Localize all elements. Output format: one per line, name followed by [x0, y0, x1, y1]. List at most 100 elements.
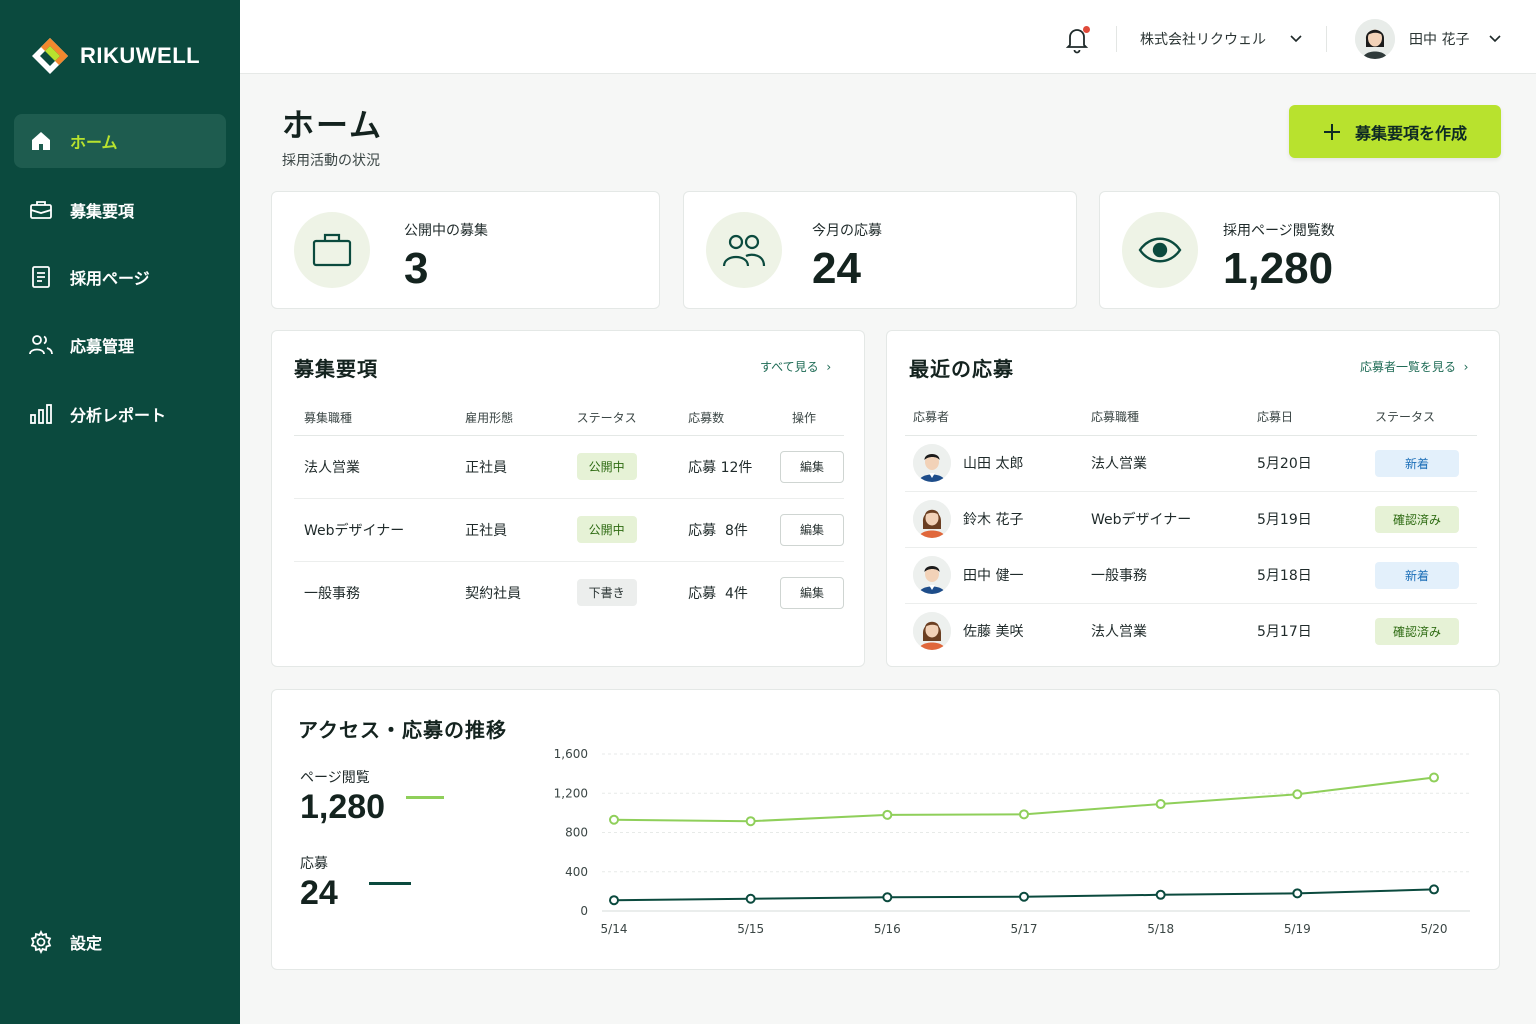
plus-icon: [1323, 123, 1340, 140]
data-point: [1292, 789, 1303, 800]
users-icon: [706, 212, 782, 288]
applicant: 山田 太郎: [913, 444, 1083, 482]
edit-button[interactable]: 編集: [780, 450, 844, 483]
y-tick-label: 400: [565, 865, 588, 879]
legend-value-page-views: 1,280: [300, 788, 386, 826]
table-row[interactable]: Webデザイナー 正社員 公開中 応募 8件 編集: [294, 498, 844, 562]
notification-button[interactable]: [1062, 24, 1092, 54]
sidebar-item-career-page[interactable]: 採用ページ: [14, 250, 226, 304]
legend-label-page-views: ページ閲覧: [300, 770, 370, 786]
job-postings-card: 募集要項 すべて見る › 募集職種 雇用形態 ステータス 応募数 操作 法人営業…: [271, 330, 865, 667]
user-menu[interactable]: 田中 花子: [1355, 18, 1502, 60]
avatar: [913, 556, 951, 594]
edit-button[interactable]: 編集: [780, 576, 844, 609]
status-badge: 下書き: [576, 579, 637, 607]
table-row[interactable]: 山田 太郎 法人営業 5月20日 新着: [905, 435, 1477, 492]
data-point: [1292, 888, 1303, 899]
users-icon: [28, 332, 54, 358]
edit-button[interactable]: 編集: [780, 513, 844, 546]
company-name: 株式会社リクウェル: [1140, 32, 1266, 48]
see-all-label: すべて見る: [760, 360, 819, 374]
stat-card-monthly-applications: 今月の応募 24: [683, 191, 1077, 309]
bar-chart-icon: [28, 401, 54, 427]
column-header: ステータス: [566, 401, 679, 436]
table-row[interactable]: 一般事務 契約社員 下書き 応募 4件 編集: [294, 561, 844, 624]
see-all-applicants-link[interactable]: 応募者一覧を見る ›: [1360, 358, 1468, 375]
status-badge: 確認済み: [1375, 505, 1459, 533]
application-count: 応募 12件: [678, 435, 770, 499]
table-row[interactable]: 鈴木 花子 Webデザイナー 5月19日 確認済み: [905, 491, 1477, 548]
sidebar-item-job-postings[interactable]: 募集要項: [14, 183, 226, 237]
stat-value: 1,280: [1223, 244, 1334, 293]
sidebar-item-analytics[interactable]: 分析レポート: [14, 387, 226, 441]
company-selector[interactable]: 株式会社リクウェル: [1140, 27, 1302, 51]
applicant-name: 田中 健一: [963, 568, 1024, 584]
employment-type: 正社員: [455, 498, 567, 562]
trend-chart-card: アクセス・応募の推移 ページ閲覧 1,280 応募 24 0 400 800 1,20…: [271, 689, 1500, 970]
brand-logo[interactable]: RIKUWELL: [30, 36, 200, 76]
status-badge: 確認済み: [1375, 617, 1459, 645]
applicant-name: 山田 太郎: [963, 456, 1024, 472]
status-badge: 公開中: [576, 516, 637, 543]
y-tick-label: 800: [565, 826, 588, 840]
x-tick-label: 5/20: [1421, 922, 1448, 936]
sidebar-item-label: 応募管理: [70, 337, 135, 356]
legend-swatch-page-views: [406, 796, 444, 799]
applied-date: 5月17日: [1257, 624, 1312, 641]
column-header: 募集職種: [294, 401, 456, 436]
table-row[interactable]: 佐藤 美咲 法人営業 5月17日 確認済み: [905, 603, 1477, 659]
user-name: 田中 花子: [1409, 32, 1470, 48]
sidebar-item-applications[interactable]: 応募管理: [14, 318, 226, 372]
y-tick-label: 1,600: [554, 747, 588, 761]
see-all-jobs-link[interactable]: すべて見る ›: [760, 358, 831, 375]
data-point: [1429, 884, 1439, 895]
stat-value: 24: [812, 244, 861, 293]
create-button-label: 募集要項を作成: [1354, 125, 1467, 143]
data-point: [882, 809, 893, 820]
applicant: 鈴木 花子: [913, 500, 1083, 538]
chevron-down-icon: [1290, 35, 1302, 43]
page-subtitle: 採用活動の状況: [282, 153, 380, 169]
stat-label: 今月の応募: [812, 223, 882, 239]
data-point: [745, 893, 756, 904]
avatar: [913, 444, 951, 482]
briefcase-icon: [294, 212, 370, 288]
notification-dot: [1083, 26, 1090, 33]
brand-name: RIKUWELL: [80, 43, 201, 68]
stat-card-page-views: 採用ページ閲覧数 1,280: [1099, 191, 1500, 309]
y-tick-label: 0: [580, 904, 588, 918]
sidebar-item-home[interactable]: ホーム: [14, 114, 226, 168]
page-title: ホーム: [282, 106, 384, 144]
sidebar-item-settings[interactable]: 設定: [14, 915, 226, 969]
table-row[interactable]: 田中 健一 一般事務 5月18日 新着: [905, 547, 1477, 604]
applicant-name: 鈴木 花子: [963, 512, 1024, 528]
logo-mark-icon: [32, 38, 68, 74]
application-count: 応募 4件: [688, 585, 748, 602]
applicant: 田中 健一: [913, 556, 1083, 594]
applied-role: 一般事務: [1083, 547, 1249, 604]
applied-date: 5月20日: [1249, 435, 1367, 492]
y-tick-label: 1,200: [554, 786, 588, 800]
column-header: 操作: [770, 401, 844, 436]
avatar: [913, 612, 951, 651]
employment-type: 正社員: [455, 435, 567, 499]
avatar: [1355, 19, 1395, 59]
section-title: アクセス・応募の推移: [298, 718, 507, 742]
section-title: 最近の応募: [909, 357, 1014, 381]
create-job-posting-button[interactable]: 募集要項を作成: [1289, 105, 1501, 158]
chevron-down-icon: [1489, 35, 1502, 43]
data-point: [1429, 772, 1439, 783]
application-count: 応募 8件: [678, 498, 770, 562]
applied-role: Webデザイナー: [1083, 491, 1249, 548]
settings-label: 設定: [70, 934, 103, 953]
applied-date: 5月19日: [1249, 491, 1367, 548]
recent-applications-card: 最近の応募 応募者一覧を見る › 応募者 応募職種 応募日 ステータス 山田 太…: [886, 330, 1500, 667]
table-row[interactable]: 法人営業 正社員 公開中 応募 12件 編集: [294, 435, 844, 499]
x-tick-label: 5/14: [601, 922, 628, 936]
section-title: 募集要項: [294, 357, 378, 381]
data-point: [1019, 891, 1029, 902]
x-tick-label: 5/19: [1284, 922, 1311, 936]
chevron-right-icon: ›: [822, 360, 832, 374]
employment-type: 契約社員: [465, 585, 522, 602]
x-tick-label: 5/17: [1011, 922, 1038, 936]
